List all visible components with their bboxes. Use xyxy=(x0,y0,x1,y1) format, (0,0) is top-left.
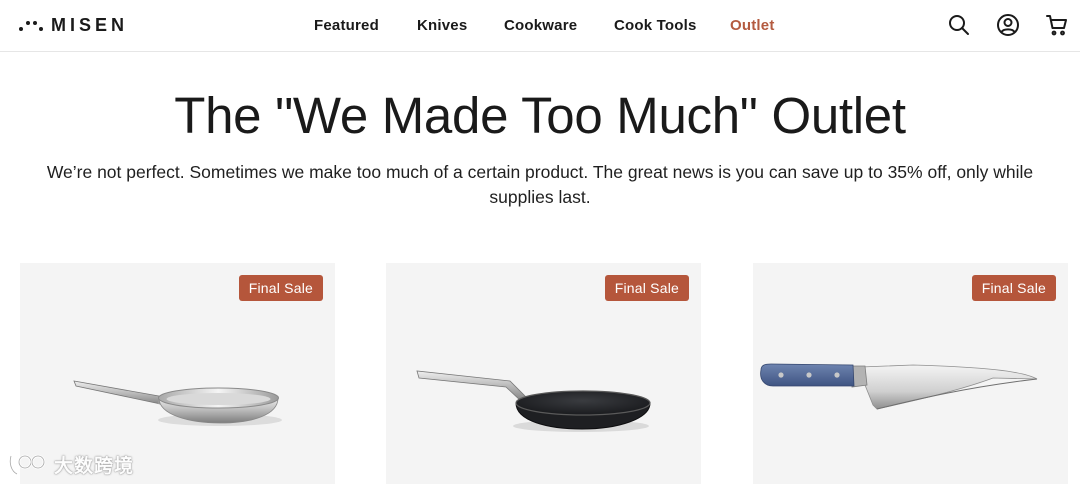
final-sale-badge: Final Sale xyxy=(971,275,1056,301)
nav-cook-tools[interactable]: Cook Tools xyxy=(614,17,697,34)
search-icon[interactable] xyxy=(947,13,971,37)
watermark-logo-icon xyxy=(9,454,46,476)
page-title: The "We Made Too Much" Outlet xyxy=(174,87,906,144)
nav-cookware[interactable]: Cookware xyxy=(504,17,577,34)
product-card[interactable]: Final Sale xyxy=(386,263,701,484)
cart-icon[interactable] xyxy=(1045,13,1069,37)
main-nav: Featured Knives Cookware Cook Tools Outl… xyxy=(0,0,1080,52)
nav-knives[interactable]: Knives xyxy=(417,17,467,34)
product-card[interactable]: Final Sale xyxy=(753,263,1068,484)
nav-outlet[interactable]: Outlet xyxy=(730,17,775,34)
final-sale-badge: Final Sale xyxy=(604,275,689,301)
watermark: 大数跨境 xyxy=(8,449,134,479)
nav-featured[interactable]: Featured xyxy=(314,17,379,34)
site-header: MISEN Featured Knives Cookware Cook Tool… xyxy=(0,0,1080,52)
chef-knife-image xyxy=(760,363,1038,410)
page-subtitle: We’re not perfect. Sometimes we make too… xyxy=(46,162,1034,207)
watermark-text: 大数跨境 xyxy=(54,455,135,477)
stainless-skillet-image xyxy=(73,380,282,426)
account-icon[interactable] xyxy=(996,13,1020,37)
final-sale-badge: Final Sale xyxy=(238,275,323,301)
nonstick-skillet-image xyxy=(416,370,651,432)
